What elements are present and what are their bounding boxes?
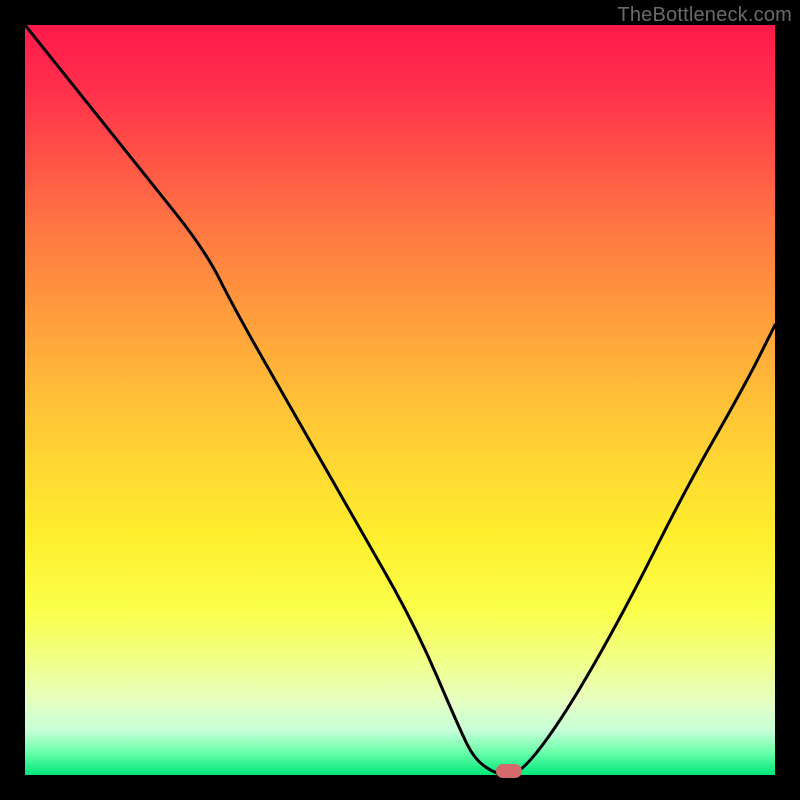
bottleneck-curve — [25, 25, 775, 775]
watermark-text: TheBottleneck.com — [617, 4, 792, 27]
chart-container: TheBottleneck.com — [0, 0, 800, 800]
curve-svg — [25, 25, 775, 775]
optimal-marker — [496, 764, 522, 778]
plot-area — [25, 25, 775, 775]
